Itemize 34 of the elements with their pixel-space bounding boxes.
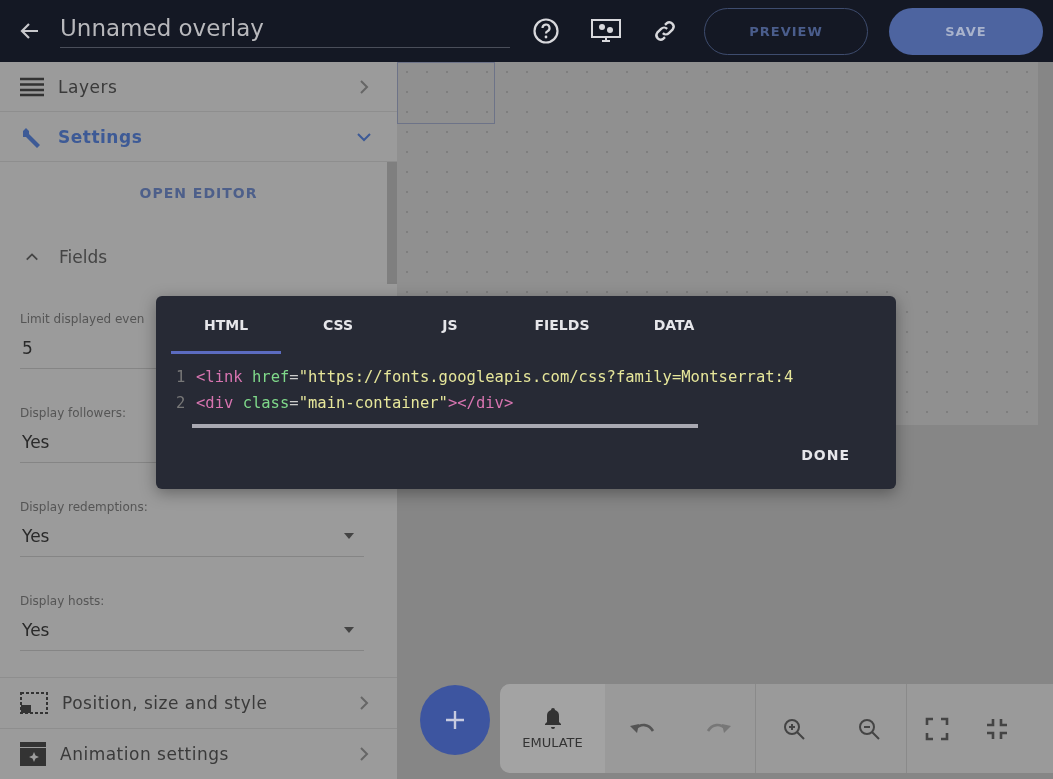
- line-number: 1: [176, 368, 186, 386]
- title-field[interactable]: Unnamed overlay: [60, 14, 510, 48]
- field-label: Display followers:: [20, 406, 127, 420]
- plus-icon: [445, 710, 465, 730]
- dropdown-caret-icon: [344, 627, 354, 633]
- link-icon[interactable]: [652, 18, 678, 44]
- field-label: Limit displayed even: [20, 312, 145, 326]
- scrollbar[interactable]: [387, 162, 397, 284]
- editor-tab[interactable]: CSS: [283, 296, 393, 354]
- editor-tab[interactable]: FIELDS: [507, 296, 617, 354]
- editor-tab[interactable]: DATA: [619, 296, 729, 354]
- help-icon[interactable]: [532, 17, 560, 45]
- line-number: 2: [176, 394, 186, 412]
- exit-fullscreen-icon[interactable]: [985, 716, 1009, 741]
- code-line: <div class="main-container"></div>: [196, 394, 514, 412]
- dropdown-field[interactable]: Yes: [20, 616, 364, 651]
- layers-icon: [20, 76, 44, 97]
- fields-group-header[interactable]: Fields: [0, 224, 383, 289]
- code-line: <link href="https://fonts.googleapis.com/css?family=Montserrat:4: [196, 368, 794, 386]
- field-label: Display hosts:: [20, 594, 105, 608]
- zoom-out-icon[interactable]: [856, 716, 881, 741]
- fullscreen-icon[interactable]: [925, 716, 949, 741]
- bell-icon: [542, 707, 563, 729]
- dropdown-field[interactable]: Yes: [20, 522, 364, 557]
- horizontal-scrollbar[interactable]: [192, 424, 698, 428]
- save-button[interactable]: SAVE: [889, 7, 1043, 55]
- editor-tab[interactable]: HTML: [171, 296, 281, 354]
- editor-tab[interactable]: JS: [395, 296, 505, 354]
- done-button[interactable]: DONE: [795, 446, 856, 464]
- emulate-button[interactable]: EMULATE: [500, 684, 605, 773]
- dropdown-caret-icon: [344, 533, 354, 539]
- zoom-in-icon[interactable]: [781, 716, 806, 741]
- field-label: Display redemptions:: [20, 500, 148, 514]
- frame-icon: [20, 692, 48, 714]
